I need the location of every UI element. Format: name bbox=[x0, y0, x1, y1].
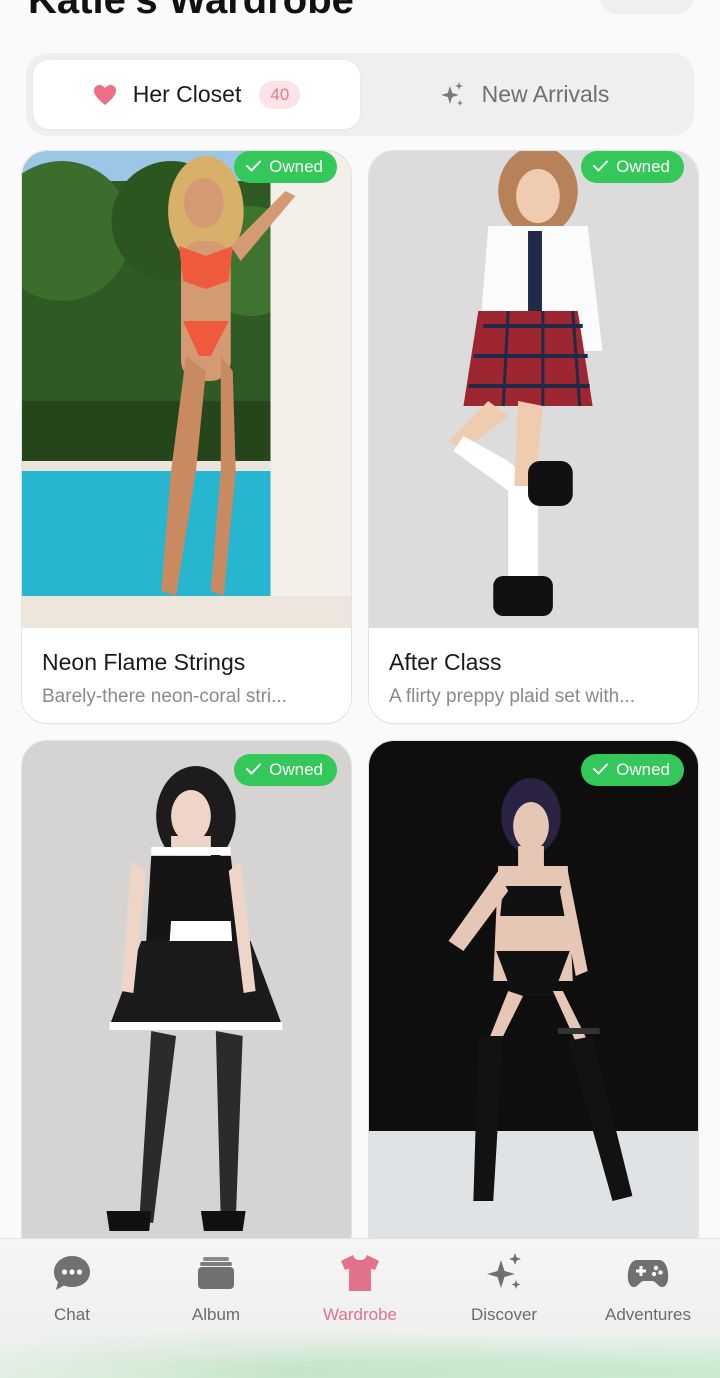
outfit-photo bbox=[369, 741, 698, 1259]
outfit-description: A flirty preppy plaid set with... bbox=[389, 686, 636, 707]
outfit-photo bbox=[369, 151, 698, 628]
page-title: Katie's Wardrobe bbox=[28, 0, 354, 22]
nav-wardrobe[interactable]: Wardrobe bbox=[288, 1253, 432, 1325]
owned-label: Owned bbox=[616, 760, 670, 779]
owned-badge: Owned bbox=[581, 754, 684, 786]
heart-icon bbox=[93, 84, 117, 106]
outfit-card[interactable]: Owned After Class A flirty preppy plaid … bbox=[368, 150, 699, 724]
bottom-tab-bar: Chat Album Wardrobe Discover Adventures bbox=[0, 1238, 720, 1378]
nav-label: Adventures bbox=[605, 1305, 691, 1324]
tshirt-icon bbox=[340, 1253, 380, 1293]
outfit-card[interactable]: Owned bbox=[21, 740, 352, 1260]
tab-new-arrivals[interactable]: New Arrivals bbox=[360, 60, 687, 129]
outfit-photo bbox=[22, 151, 351, 628]
nav-discover[interactable]: Discover bbox=[432, 1253, 576, 1325]
header-action-button[interactable] bbox=[600, 0, 694, 14]
owned-badge: Owned bbox=[234, 754, 337, 786]
closet-tabs: Her Closet 40 New Arrivals bbox=[26, 53, 694, 136]
nav-label: Wardrobe bbox=[322, 1305, 397, 1324]
closet-count-badge: 40 bbox=[259, 80, 301, 109]
owned-label: Owned bbox=[616, 157, 670, 176]
outfit-card[interactable]: Owned Neon Flame Strings Barely-there ne… bbox=[21, 150, 352, 724]
checkmark-icon bbox=[593, 760, 609, 780]
album-icon bbox=[197, 1253, 235, 1293]
checkmark-icon bbox=[246, 760, 262, 780]
gamepad-icon bbox=[627, 1253, 669, 1293]
checkmark-icon bbox=[593, 157, 609, 177]
outfit-card[interactable]: Owned bbox=[368, 740, 699, 1260]
nav-chat[interactable]: Chat bbox=[0, 1253, 144, 1325]
nav-label: Discover bbox=[470, 1305, 538, 1324]
sparkles-icon bbox=[483, 1253, 525, 1293]
nav-label: Chat bbox=[54, 1305, 90, 1324]
owned-badge: Owned bbox=[234, 151, 337, 183]
tab-label: New Arrivals bbox=[481, 81, 610, 107]
tab-her-closet[interactable]: Her Closet 40 bbox=[33, 60, 360, 129]
outfit-photo bbox=[22, 741, 351, 1259]
nav-adventures[interactable]: Adventures bbox=[576, 1253, 720, 1325]
owned-badge: Owned bbox=[581, 151, 684, 183]
tab-label: Her Closet bbox=[132, 81, 242, 107]
chat-bubble-icon bbox=[52, 1253, 92, 1293]
outfit-description: Barely-there neon-coral stri... bbox=[42, 686, 287, 707]
sparkles-icon bbox=[438, 81, 466, 109]
owned-label: Owned bbox=[269, 157, 323, 176]
nav-album[interactable]: Album bbox=[144, 1253, 288, 1325]
outfit-name: Neon Flame Strings bbox=[42, 649, 246, 675]
owned-label: Owned bbox=[269, 760, 323, 779]
outfit-name: After Class bbox=[389, 649, 502, 675]
checkmark-icon bbox=[246, 157, 262, 177]
nav-label: Album bbox=[191, 1305, 241, 1324]
